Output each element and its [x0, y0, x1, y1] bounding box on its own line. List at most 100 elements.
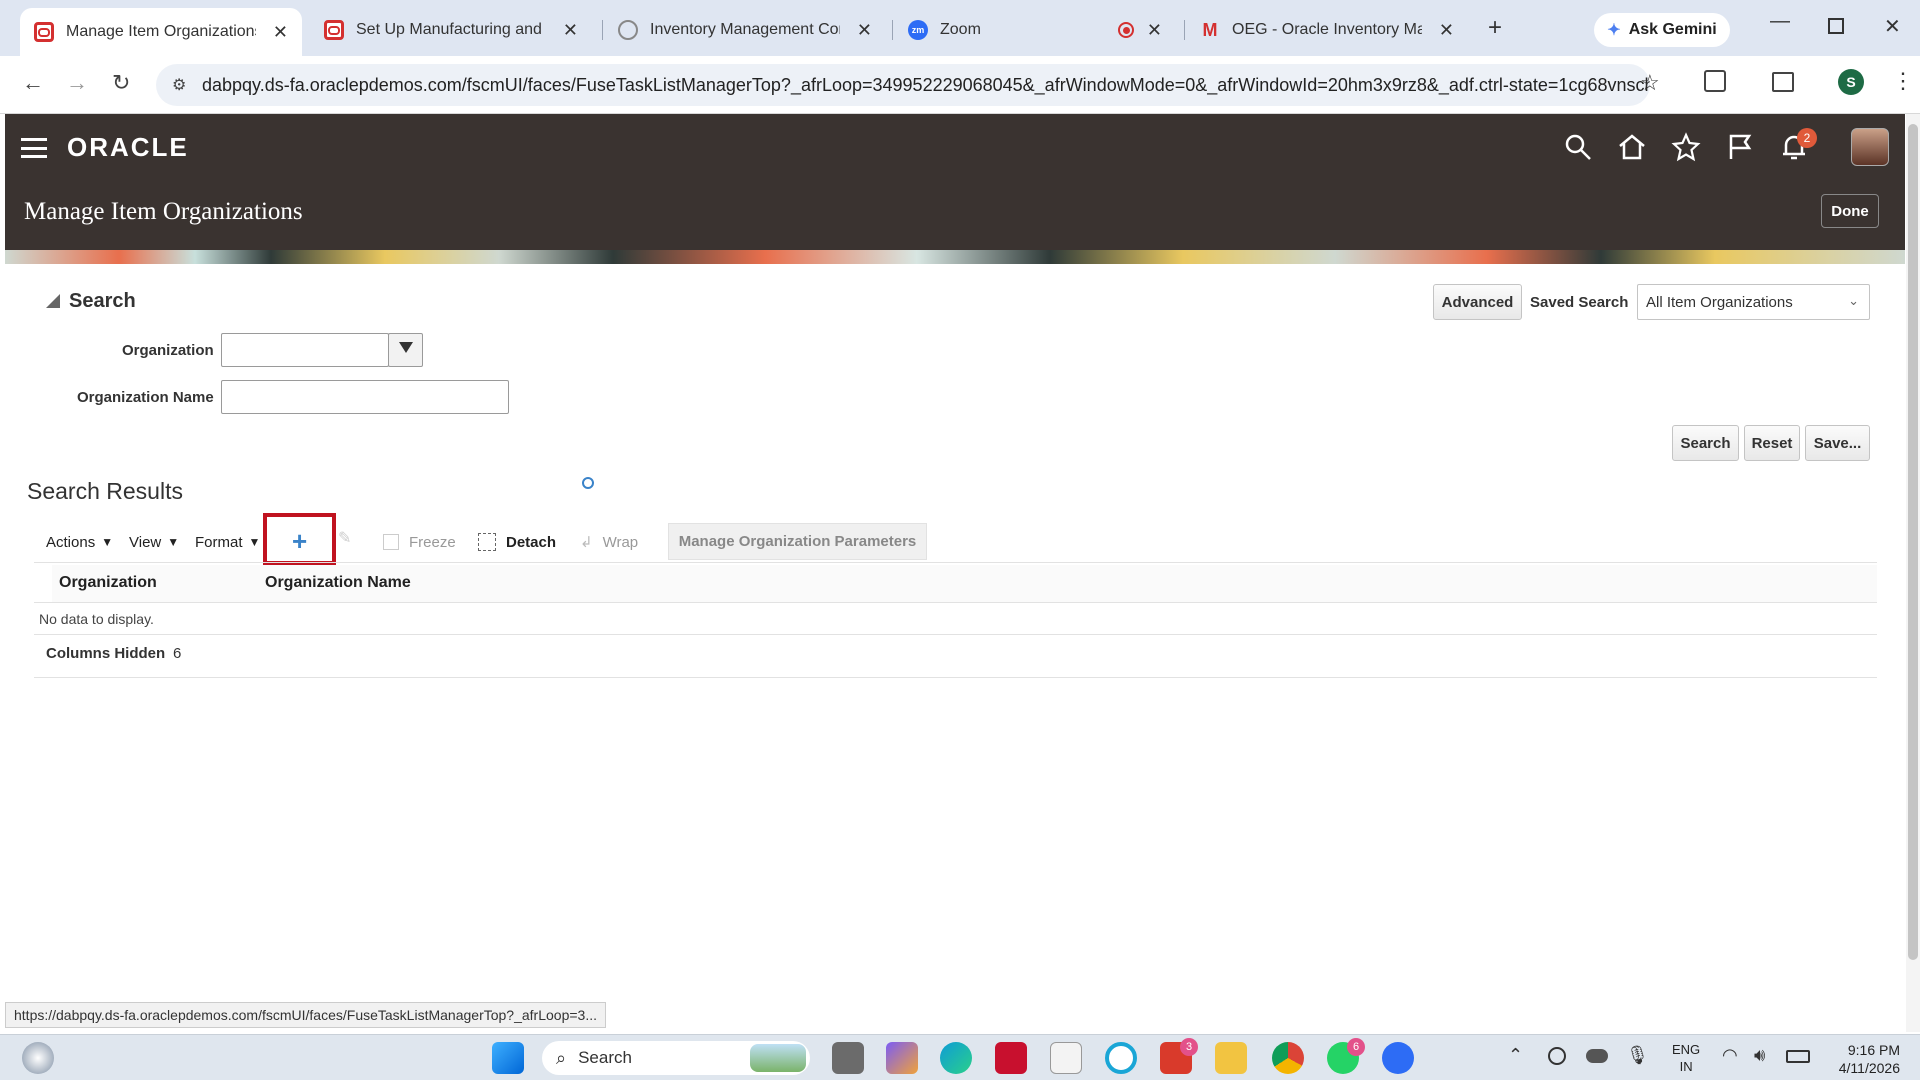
wifi-icon[interactable]: ◠	[1722, 1045, 1738, 1066]
battery-icon[interactable]	[1786, 1050, 1810, 1063]
edge-icon[interactable]	[940, 1042, 972, 1074]
loading-indicator-icon	[582, 477, 594, 489]
navigator-menu-icon[interactable]	[21, 138, 47, 158]
gmail-icon: M	[1202, 19, 1218, 40]
detach-button[interactable]: Detach	[478, 531, 556, 553]
save-search-button[interactable]: Save...	[1805, 425, 1870, 461]
windows-start-icon[interactable]	[492, 1042, 524, 1074]
search-button[interactable]: Search	[1672, 425, 1739, 461]
home-icon[interactable]	[1617, 132, 1647, 162]
show-hidden-icons-chevron-icon[interactable]: ⌃	[1508, 1045, 1523, 1066]
site-info-icon[interactable]: ⚙	[172, 75, 186, 95]
oracle-logo: ORACLE	[67, 132, 189, 162]
close-tab-icon[interactable]: ✕	[1147, 20, 1162, 41]
collapse-search-icon[interactable]	[46, 294, 60, 308]
weather-icon[interactable]	[22, 1042, 54, 1074]
tab-search-icon[interactable]	[1772, 72, 1794, 92]
minimize-icon[interactable]: —	[1770, 10, 1790, 33]
freeze-button[interactable]: Freeze	[383, 531, 456, 553]
scrollbar-thumb[interactable]	[1908, 124, 1918, 960]
volume-icon[interactable]: 🔊︎	[1754, 1045, 1765, 1066]
organization-name-label: Organization Name	[77, 389, 214, 406]
tab-inventory-management-config[interactable]: Inventory Management Config ✕	[604, 10, 886, 50]
close-window-icon[interactable]: ✕	[1884, 14, 1901, 39]
format-menu[interactable]: Format ▼	[195, 531, 260, 553]
done-button[interactable]: Done	[1821, 194, 1879, 228]
caret-down-icon: ▼	[248, 535, 261, 549]
browser-menu-icon[interactable]: ⋮	[1892, 68, 1914, 94]
favorites-star-icon[interactable]	[1671, 132, 1701, 162]
bookmark-star-icon[interactable]: ☆	[1640, 70, 1660, 96]
clock[interactable]: 9:16 PM 4/11/2026	[1828, 1041, 1900, 1077]
reload-icon[interactable]: ↻	[112, 72, 130, 94]
browser-nav-bar: ← → ↻ ⚙ dabpqy.ds-fa.oraclepdemos.com/fs…	[0, 56, 1920, 114]
close-tab-icon[interactable]: ✕	[857, 20, 872, 41]
tab-set-up-manufacturing[interactable]: Set Up Manufacturing and Sup ✕	[310, 10, 592, 50]
caret-down-icon: ▼	[167, 535, 180, 549]
chrome-icon[interactable]	[1272, 1042, 1304, 1074]
user-avatar[interactable]	[1851, 128, 1889, 166]
empty-table-message: No data to display.	[39, 611, 154, 627]
search-heading: Search	[69, 290, 136, 312]
organization-input[interactable]	[221, 333, 389, 367]
close-tab-icon[interactable]: ✕	[563, 20, 578, 41]
tab-zoom[interactable]: zm Zoom ✕	[894, 10, 1176, 50]
tray-app-icon[interactable]	[1548, 1047, 1566, 1065]
saved-search-select[interactable]: All Item Organizations ⌄	[1637, 284, 1870, 320]
wrap-icon: ↲	[580, 534, 593, 551]
windows-taskbar: ⌕ Search 3 6 ⌃ 🎙︎ ENG IN ◠ 🔊︎ 9:16 PM 4/…	[0, 1034, 1920, 1080]
taskbar-search[interactable]: ⌕ Search	[542, 1041, 810, 1075]
search-icon[interactable]	[1563, 132, 1593, 162]
edit-pencil-icon[interactable]: ✎	[338, 528, 351, 548]
microsoft-store-icon[interactable]	[1050, 1042, 1082, 1074]
tab-manage-item-organizations[interactable]: Manage Item Organizations - S ✕	[20, 8, 302, 56]
task-view-icon[interactable]	[832, 1042, 864, 1074]
mcafee-icon[interactable]	[995, 1042, 1027, 1074]
view-menu[interactable]: View ▼	[129, 531, 179, 553]
actions-menu[interactable]: Actions ▼	[46, 531, 113, 553]
advanced-button[interactable]: Advanced	[1433, 284, 1522, 320]
zoom-icon[interactable]	[1382, 1042, 1414, 1074]
add-row-icon[interactable]: +	[292, 528, 307, 554]
manage-organization-parameters-button[interactable]: Manage Organization Parameters	[668, 523, 927, 560]
oracle-header: ORACLE 2 Manage Item Organizations Done	[5, 114, 1905, 250]
column-header-organization[interactable]: Organization	[59, 574, 157, 592]
watchlist-flag-icon[interactable]	[1725, 132, 1755, 162]
onedrive-icon[interactable]	[1586, 1049, 1608, 1063]
reset-button[interactable]: Reset	[1744, 425, 1800, 461]
gemini-icon: ✦	[1607, 22, 1621, 39]
close-tab-icon[interactable]: ✕	[1439, 20, 1454, 41]
copilot-icon[interactable]	[886, 1042, 918, 1074]
tab-oeg-oracle-inventory[interactable]: M OEG - Oracle Inventory Manag ✕	[1186, 10, 1468, 50]
back-icon[interactable]: ←	[22, 72, 44, 94]
language-indicator[interactable]: ENG IN	[1672, 1041, 1700, 1075]
divider	[34, 634, 1877, 635]
caret-down-icon: ▼	[101, 535, 114, 549]
oracle-icon	[34, 22, 54, 42]
close-tab-icon[interactable]: ✕	[273, 22, 288, 43]
columns-hidden-label: Columns Hidden	[46, 645, 166, 662]
address-bar[interactable]: ⚙ dabpqy.ds-fa.oraclepdemos.com/fscmUI/f…	[156, 64, 1650, 106]
extensions-icon[interactable]	[1704, 70, 1726, 92]
file-explorer-icon[interactable]	[1215, 1042, 1247, 1074]
forward-icon[interactable]: →	[66, 72, 88, 94]
freeze-icon	[383, 534, 399, 550]
page-title: Manage Item Organizations	[24, 198, 303, 225]
browser-tab-bar: Manage Item Organizations - S ✕ Set Up M…	[0, 0, 1920, 56]
ask-gemini-button[interactable]: ✦ Ask Gemini	[1594, 13, 1730, 47]
alexa-icon[interactable]	[1105, 1042, 1137, 1074]
organization-label: Organization	[122, 342, 214, 359]
organization-dropdown-button[interactable]	[388, 333, 423, 367]
microphone-icon[interactable]: 🎙︎	[1626, 1045, 1649, 1066]
l-app-icon[interactable]: 3	[1160, 1038, 1198, 1074]
detach-icon	[478, 533, 496, 551]
maximize-icon[interactable]	[1828, 18, 1844, 34]
column-header-organization-name[interactable]: Organization Name	[265, 574, 411, 592]
whatsapp-icon[interactable]: 6	[1327, 1038, 1365, 1074]
divider	[34, 677, 1877, 678]
organization-name-input[interactable]	[221, 380, 509, 414]
oracle-icon	[324, 20, 344, 40]
new-tab-icon[interactable]: +	[1488, 14, 1502, 42]
wrap-button[interactable]: ↲ Wrap	[580, 531, 638, 553]
profile-avatar[interactable]: S	[1838, 69, 1864, 95]
